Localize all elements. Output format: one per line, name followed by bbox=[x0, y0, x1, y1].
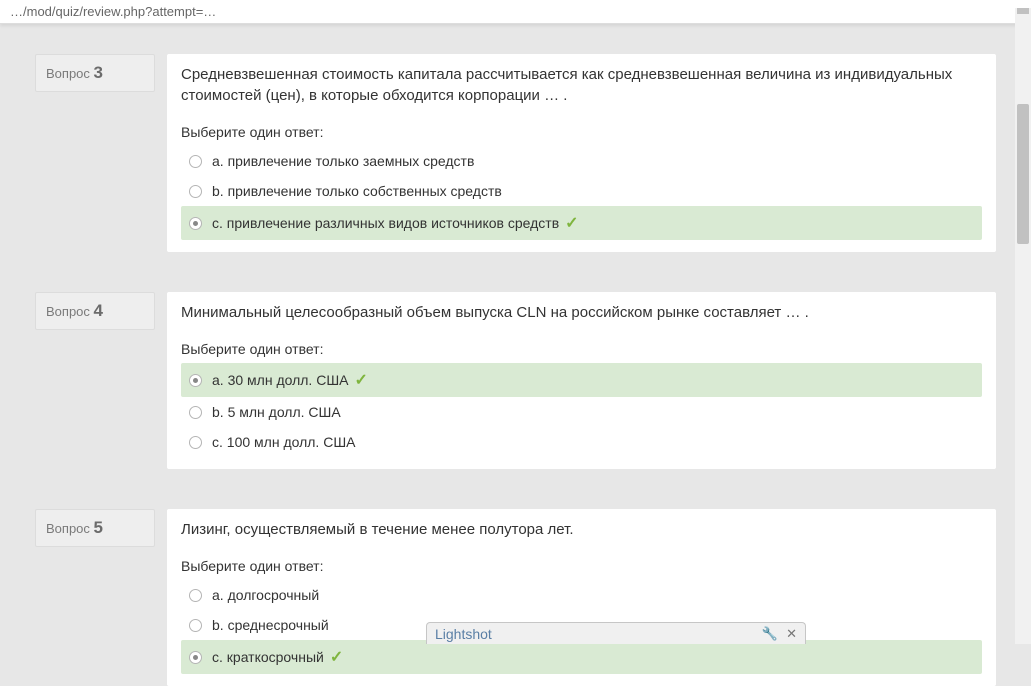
radio-icon bbox=[189, 619, 202, 632]
answer-label: b. среднесрочный bbox=[212, 617, 329, 633]
answer-label: c. привлечение различных видов источнико… bbox=[212, 215, 559, 231]
answer-label: b. 5 млн долл. США bbox=[212, 404, 341, 420]
radio-icon-selected bbox=[189, 651, 202, 664]
choose-prompt: Выберите один ответ: bbox=[181, 558, 982, 574]
answer-option-correct[interactable]: c. привлечение различных видов источнико… bbox=[181, 206, 982, 240]
answer-label: a. долгосрочный bbox=[212, 587, 319, 603]
answer-option[interactable]: b. привлечение только собственных средст… bbox=[181, 176, 982, 206]
check-icon: ✓ bbox=[330, 647, 343, 667]
quiz-content: Вопрос 3 Средневзвешенная стоимость капи… bbox=[0, 24, 1031, 686]
question-4: Вопрос 4 Минимальный целесообразный объе… bbox=[35, 292, 996, 469]
check-icon: ✓ bbox=[355, 370, 368, 390]
radio-icon bbox=[189, 155, 202, 168]
answer-option[interactable]: b. 5 млн долл. США bbox=[181, 397, 982, 427]
answer-option-correct[interactable]: a. 30 млн долл. США ✓ bbox=[181, 363, 982, 397]
question-text: Минимальный целесообразный объем выпуска… bbox=[181, 302, 982, 323]
answer-label: c. краткосрочный bbox=[212, 649, 324, 665]
answer-option[interactable]: c. 100 млн долл. США bbox=[181, 427, 982, 457]
answer-label: c. 100 млн долл. США bbox=[212, 434, 356, 450]
answer-label: a. 30 млн долл. США bbox=[212, 372, 349, 388]
choose-prompt: Выберите один ответ: bbox=[181, 341, 982, 357]
answer-option-correct[interactable]: c. краткосрочный ✓ bbox=[181, 640, 982, 674]
question-number-box: Вопрос 4 bbox=[35, 292, 155, 330]
answer-option[interactable]: a. привлечение только заемных средств bbox=[181, 146, 982, 176]
close-icon[interactable]: ✕ bbox=[786, 626, 797, 642]
breadcrumb: …/mod/quiz/review.php?attempt=… bbox=[0, 0, 1031, 24]
answer-option[interactable]: a. долгосрочный bbox=[181, 580, 982, 610]
question-number: 5 bbox=[94, 518, 103, 537]
scrollbar-thumb[interactable] bbox=[1017, 104, 1029, 244]
question-3: Вопрос 3 Средневзвешенная стоимость капи… bbox=[35, 54, 996, 252]
question-number: 3 bbox=[94, 63, 103, 82]
breadcrumb-text: …/mod/quiz/review.php?attempt=… bbox=[10, 4, 216, 19]
choose-prompt: Выберите один ответ: bbox=[181, 124, 982, 140]
question-5: Вопрос 5 Лизинг, осуществляемый в течени… bbox=[35, 509, 996, 686]
question-body: Лизинг, осуществляемый в течение менее п… bbox=[167, 509, 996, 686]
question-number: 4 bbox=[94, 301, 103, 320]
radio-icon-selected bbox=[189, 374, 202, 387]
question-label: Вопрос bbox=[46, 66, 90, 81]
radio-icon-selected bbox=[189, 217, 202, 230]
scrollbar[interactable] bbox=[1015, 8, 1031, 644]
radio-icon bbox=[189, 406, 202, 419]
question-label: Вопрос bbox=[46, 304, 90, 319]
question-number-box: Вопрос 3 bbox=[35, 54, 155, 92]
question-body: Средневзвешенная стоимость капитала расс… bbox=[167, 54, 996, 252]
check-icon: ✓ bbox=[565, 213, 578, 233]
radio-icon bbox=[189, 185, 202, 198]
scrollbar-corner bbox=[1017, 8, 1029, 14]
question-label: Вопрос bbox=[46, 521, 90, 536]
answer-label: b. привлечение только собственных средст… bbox=[212, 183, 502, 199]
question-text: Лизинг, осуществляемый в течение менее п… bbox=[181, 519, 982, 540]
question-body: Минимальный целесообразный объем выпуска… bbox=[167, 292, 996, 469]
radio-icon bbox=[189, 589, 202, 602]
answer-label: a. привлечение только заемных средств bbox=[212, 153, 474, 169]
question-number-box: Вопрос 5 bbox=[35, 509, 155, 547]
lightshot-label: Lightshot bbox=[435, 626, 754, 642]
question-text: Средневзвешенная стоимость капитала расс… bbox=[181, 64, 982, 106]
wrench-icon[interactable]: 🔧 bbox=[762, 626, 778, 642]
lightshot-bar[interactable]: Lightshot 🔧 ✕ bbox=[426, 622, 806, 644]
radio-icon bbox=[189, 436, 202, 449]
